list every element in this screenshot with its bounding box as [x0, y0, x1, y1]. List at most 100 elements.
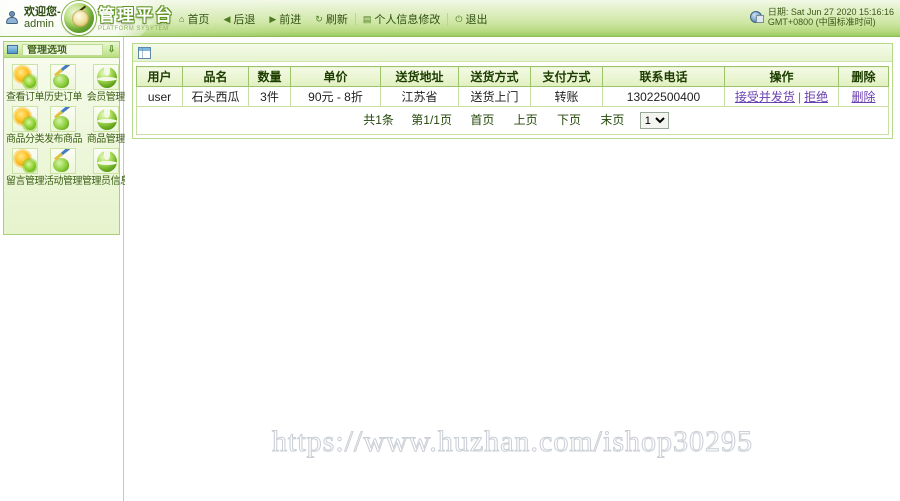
- col-price: 单价: [290, 66, 381, 87]
- nav-item-profile-edit[interactable]: ▤ 个人信息修改: [356, 10, 448, 28]
- sidebar-icon-grid: 查看订单 历史订单 会员管理 商品分类 发布商品 商品管理 留言管理 活动管理 …: [6, 64, 130, 188]
- orders-panel-toolbar: [133, 44, 892, 62]
- sidebar-item-publish-product[interactable]: 发布商品: [44, 106, 83, 146]
- nav-label-home: 首页: [187, 14, 210, 26]
- logo-title: 管理平台 PLATFORM SYSYTEM: [98, 4, 174, 32]
- welcome-block: 欢迎您- admin: [6, 3, 61, 30]
- arrow-down-icon[interactable]: ⇩: [107, 44, 116, 55]
- sidebar-item-history-orders[interactable]: 历史订单: [44, 64, 83, 104]
- brush-icon: [50, 106, 76, 132]
- back-arrow-icon: ◀: [223, 13, 231, 24]
- welcome-text: 欢迎您- admin: [24, 3, 61, 30]
- sidebar-label-activity-management: 活动管理: [44, 176, 83, 187]
- col-phone: 联系电话: [602, 66, 725, 87]
- nav-label-forward: 前进: [279, 14, 302, 26]
- col-product: 品名: [182, 66, 249, 87]
- top-header-bar: 欢迎您- admin 管理平台 PLATFORM SYSYTEM ⌂ 首页 ◀ …: [0, 0, 900, 37]
- sidebar-label-history-orders: 历史订单: [44, 92, 83, 103]
- cell-action: 接受并发货 | 拒绝: [724, 86, 839, 107]
- gears-icon: [12, 64, 38, 90]
- pagination-total: 共1条: [363, 113, 394, 127]
- sidebar-item-view-orders[interactable]: 查看订单: [6, 64, 45, 104]
- cell-price: 90元 - 8折: [290, 86, 381, 107]
- sidebar-item-admin-info[interactable]: 管理员信息: [82, 148, 130, 188]
- panel-header[interactable]: 管理选项 ⇩: [4, 42, 119, 58]
- orders-table: 用户 品名 数量 单价 送货地址 送货方式 支付方式 联系电话 操作 删除 us…: [136, 66, 889, 107]
- sidebar-item-message-management[interactable]: 留言管理: [6, 148, 45, 188]
- nav-label-back: 后退: [233, 14, 256, 26]
- nav-item-forward[interactable]: ▶ 前进: [262, 10, 308, 28]
- user-edit-icon: ▤: [362, 13, 372, 24]
- sidebar-item-activity-management[interactable]: 活动管理: [44, 148, 83, 188]
- refresh-icon: ↻: [315, 13, 323, 24]
- nav-item-logout[interactable]: ⏻ 退出: [448, 10, 494, 28]
- cell-product: 石头西瓜: [182, 86, 249, 107]
- cell-payment: 转账: [530, 86, 603, 107]
- table-header-row: 用户 品名 数量 单价 送货地址 送货方式 支付方式 联系电话 操作 删除: [136, 66, 889, 87]
- compass-logo-icon: [62, 1, 96, 35]
- forward-arrow-icon: ▶: [269, 13, 277, 24]
- top-navigation: ⌂ 首页 ◀ 后退 ▶ 前进 ↻ 刷新 ▤ 个人信息修改 ⏻ 退出: [172, 10, 494, 28]
- sidebar-label-publish-product: 发布商品: [44, 134, 83, 145]
- sidebar-label-admin-info: 管理员信息: [82, 176, 130, 187]
- globe-clock-icon: [749, 10, 765, 24]
- pagination-prev[interactable]: 上页: [514, 113, 538, 127]
- pagination-page-select[interactable]: 1: [639, 112, 669, 130]
- sidebar: 管理选项 ⇩ 查看订单 历史订单 会员管理 商品分类 发布商品 商品管理 留言管…: [0, 37, 130, 501]
- nav-label-profile-edit: 个人信息修改: [374, 14, 441, 26]
- user-icon: [6, 10, 20, 25]
- col-address: 送货地址: [380, 66, 459, 87]
- pagination-next[interactable]: 下页: [557, 113, 581, 127]
- cell-shipping: 送货上门: [458, 86, 531, 107]
- gears-icon: [12, 148, 38, 174]
- pagination-page-of: 第1/1页: [411, 113, 452, 127]
- sidebar-label-product-category: 商品分类: [6, 134, 45, 145]
- green-orb-icon: [92, 148, 119, 174]
- cell-address: 江苏省: [380, 86, 459, 107]
- logo-title-cn: 管理平台: [98, 5, 174, 25]
- green-orb-icon: [92, 64, 119, 90]
- reject-link[interactable]: 拒绝: [804, 90, 828, 104]
- app-logo[interactable]: 管理平台 PLATFORM SYSYTEM: [62, 0, 174, 35]
- panel-title: 管理选项: [22, 43, 103, 56]
- delete-link[interactable]: 删除: [851, 90, 875, 104]
- nav-label-refresh: 刷新: [325, 14, 348, 26]
- col-quantity: 数量: [248, 66, 291, 87]
- sidebar-item-product-management[interactable]: 商品管理: [82, 106, 130, 146]
- sidebar-item-member-management[interactable]: 会员管理: [82, 64, 130, 104]
- brush-icon: [50, 148, 76, 174]
- management-options-panel: 管理选项 ⇩ 查看订单 历史订单 会员管理 商品分类 发布商品 商品管理 留言管…: [3, 41, 130, 235]
- nav-item-refresh[interactable]: ↻ 刷新: [308, 10, 355, 28]
- col-delete: 删除: [838, 66, 889, 87]
- welcome-username: admin: [24, 18, 54, 30]
- sidebar-item-product-category[interactable]: 商品分类: [6, 106, 45, 146]
- panel-body: 查看订单 历史订单 会员管理 商品分类 发布商品 商品管理 留言管理 活动管理 …: [4, 58, 130, 234]
- welcome-greeting: 欢迎您-: [24, 6, 61, 18]
- pagination-bar: 共1条 第1/1页 首页 上页 下页 末页 1: [136, 107, 889, 136]
- nav-item-back[interactable]: ◀ 后退: [216, 10, 262, 28]
- col-action: 操作: [724, 66, 839, 87]
- table-row: user 石头西瓜 3件 90元 - 8折 江苏省 送货上门 转账 130225…: [136, 86, 889, 107]
- cell-phone: 13022500400: [602, 86, 725, 107]
- brush-icon: [50, 64, 76, 90]
- cell-delete: 删除: [838, 86, 889, 107]
- action-link-separator: |: [797, 90, 802, 104]
- nav-item-home[interactable]: ⌂ 首页: [172, 10, 216, 28]
- orders-table-wrapper: 用户 品名 数量 单价 送货地址 送货方式 支付方式 联系电话 操作 删除 us…: [133, 62, 892, 138]
- cell-user: user: [136, 86, 183, 107]
- window-icon: [7, 45, 18, 54]
- date-line-2: GMT+0800 (中国标准时间): [767, 17, 876, 27]
- logo-title-en: PLATFORM SYSYTEM: [98, 25, 169, 32]
- pagination-first[interactable]: 首页: [470, 113, 494, 127]
- orders-panel: 用户 品名 数量 单价 送货地址 送货方式 支付方式 联系电话 操作 删除 us…: [132, 43, 893, 140]
- power-off-icon: ⏻: [455, 13, 463, 24]
- col-payment: 支付方式: [530, 66, 603, 87]
- sidebar-label-message-management: 留言管理: [6, 176, 45, 187]
- sidebar-label-view-orders: 查看订单: [6, 92, 45, 103]
- accept-and-ship-link[interactable]: 接受并发货: [735, 90, 795, 104]
- nav-label-logout: 退出: [465, 14, 488, 26]
- cell-quantity: 3件: [248, 86, 291, 107]
- sidebar-label-product-management: 商品管理: [86, 134, 126, 145]
- pagination-last[interactable]: 末页: [600, 113, 624, 127]
- watermark-text: https://www.huzhan.com/ishop30295: [271, 425, 754, 459]
